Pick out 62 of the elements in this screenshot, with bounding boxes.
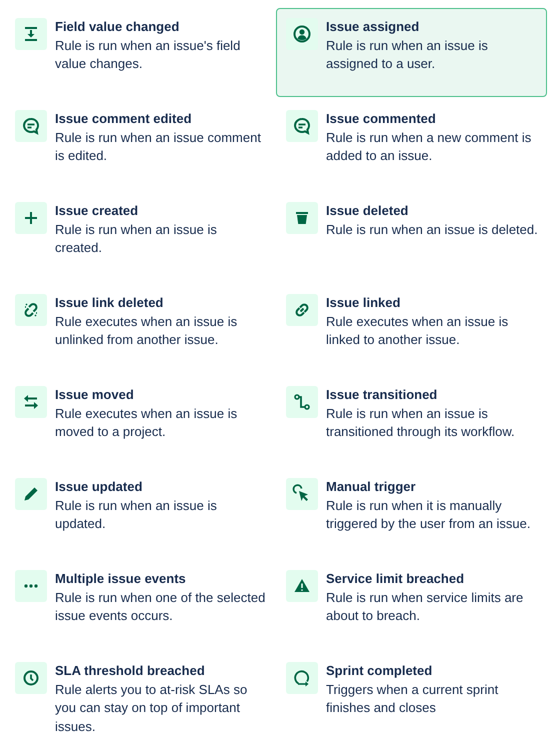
- user-avatar-icon: [286, 18, 318, 50]
- trigger-title: Field value changed: [55, 18, 180, 36]
- trigger-description: Rule is run when service limits are about to breach.: [326, 588, 524, 625]
- trigger-title: Service limit breached: [326, 570, 464, 588]
- trigger-description: Rule is run when an issue's field value changes.: [55, 36, 242, 73]
- trigger-description: Triggers when a current sprint finishes and closes: [326, 680, 500, 717]
- pencil-icon: [15, 478, 47, 510]
- warning-icon: [286, 570, 318, 602]
- trigger-description: Rule executes when an issue is unlinked from another issue.: [55, 312, 238, 349]
- trigger-title: Issue moved: [55, 386, 134, 404]
- trigger-option[interactable]: Issue commented Rule is run when a new comment is added to an issue.: [276, 100, 547, 189]
- trigger-title: Issue link deleted: [55, 294, 164, 312]
- trigger-option[interactable]: Issue assigned Rule is run when an issue is assigned to a user.: [276, 8, 547, 97]
- trigger-title: Issue transitioned: [326, 386, 438, 404]
- trigger-description: Rule is run when an issue is deleted.: [326, 220, 538, 238]
- trigger-title: Issue comment edited: [55, 110, 192, 128]
- trigger-title: Issue created: [55, 202, 138, 220]
- trigger-option[interactable]: Issue moved Rule executes when an issue is moved to a project.: [5, 376, 275, 465]
- trigger-description: Rule is run when a new comment is added to an issue.: [326, 128, 532, 165]
- trigger-option[interactable]: Field value changed Rule is run when an issue's field value changes.: [5, 8, 275, 97]
- ellipsis-icon: [15, 570, 47, 602]
- trigger-option[interactable]: Multiple issue events Rule is run when one of the selected issue events occurs.: [5, 560, 275, 649]
- trigger-description: Rule is run when it is manually triggered by the user from an issue.: [326, 496, 532, 533]
- trigger-option[interactable]: Manual trigger Rule is run when it is manually triggered by the user from an issue.: [276, 468, 547, 557]
- trigger-title: Issue updated: [55, 478, 142, 496]
- trigger-option[interactable]: Issue linked Rule executes when an issue is linked to another issue.: [276, 284, 547, 373]
- trigger-option[interactable]: Issue transitioned Rule is run when an issue is transitioned through its workflow.: [276, 376, 547, 465]
- broken-link-icon: [15, 294, 47, 326]
- comment-icon: [15, 110, 47, 142]
- trigger-title: Issue deleted: [326, 202, 408, 220]
- trigger-title: Issue linked: [326, 294, 400, 312]
- trigger-description: Rule executes when an issue is moved to a project.: [55, 404, 238, 441]
- trigger-option[interactable]: Service limit breached Rule is run when service limits are about to breach.: [276, 560, 547, 649]
- comment-icon: [286, 110, 318, 142]
- trigger-option[interactable]: Issue link deleted Rule executes when an issue is unlinked from another issue.: [5, 284, 275, 373]
- trigger-title: Issue commented: [326, 110, 436, 128]
- trigger-title: Multiple issue events: [55, 570, 186, 588]
- trigger-option[interactable]: Issue comment edited Rule is run when an issue comment is edited.: [5, 100, 275, 189]
- swap-arrows-icon: [15, 386, 47, 418]
- path-icon: [286, 386, 318, 418]
- trigger-title: Issue assigned: [326, 18, 420, 36]
- trigger-description: Rule is run when an issue comment is edited.: [55, 128, 262, 165]
- link-icon: [286, 294, 318, 326]
- plus-icon: [15, 202, 47, 234]
- trigger-option[interactable]: Issue updated Rule is run when an issue is updated.: [5, 468, 275, 557]
- trigger-description: Rule is run when an issue is transitioned through its workflow.: [326, 404, 516, 441]
- trigger-description: Rule is run when an issue is assigned to a user.: [326, 36, 489, 73]
- trigger-description: Rule is run when an issue is updated.: [55, 496, 218, 533]
- clock-icon: [15, 662, 47, 694]
- trigger-title: Sprint completed: [326, 662, 432, 680]
- trigger-option[interactable]: Issue created Rule is run when an issue is created.: [5, 192, 275, 281]
- trigger-description: Rule is run when one of the selected issue events occurs.: [55, 588, 266, 625]
- trigger-option[interactable]: Sprint completed Triggers when a current sprint finishes and closes: [276, 652, 547, 739]
- trigger-title: SLA threshold breached: [55, 662, 205, 680]
- trigger-description: Rule executes when an issue is linked to another issue.: [326, 312, 510, 349]
- trigger-option[interactable]: SLA threshold breached Rule alerts you to at-risk SLAs so you can stay on top of important issues.: [5, 652, 275, 739]
- trigger-option[interactable]: Issue deleted Rule is run when an issue is deleted.: [276, 192, 547, 281]
- cursor-click-icon: [286, 478, 318, 510]
- trigger-description: Rule alerts you to at-risk SLAs so you can stay on top of important issues.: [55, 680, 248, 736]
- trigger-title: Manual trigger: [326, 478, 416, 496]
- trash-icon: [286, 202, 318, 234]
- trigger-description: Rule is run when an issue is created.: [55, 220, 218, 257]
